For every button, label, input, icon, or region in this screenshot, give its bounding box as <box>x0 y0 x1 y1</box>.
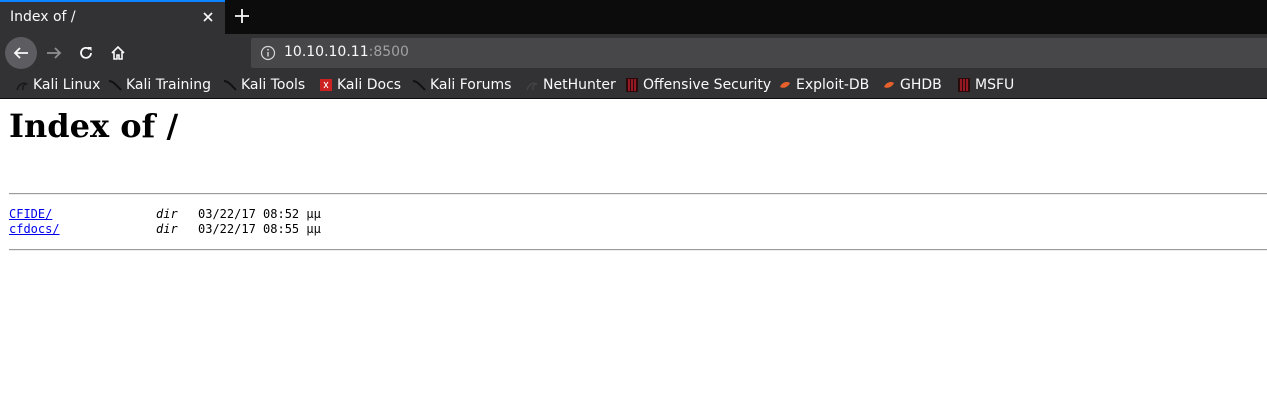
bookmark-nethunter[interactable]: NetHunter <box>525 76 616 94</box>
entry-link-cfdocs[interactable]: cfdocs/ <box>9 222 60 236</box>
bookmark-label: Kali Forums <box>430 77 512 93</box>
exploit-db-icon <box>884 82 894 88</box>
bookmark-label: Exploit-DB <box>796 77 870 93</box>
entry-date: 03/22/17 08:55 μμ <box>198 222 321 236</box>
bookmark-label: Kali Tools <box>241 77 306 93</box>
reload-icon <box>80 46 92 59</box>
bookmark-label: Kali Docs <box>337 77 402 93</box>
kali-dragon-icon <box>16 82 28 91</box>
home-button[interactable] <box>102 37 134 69</box>
list-item: cfdocs/ dir 03/22/17 08:55 μμ <box>9 222 409 237</box>
info-icon[interactable] <box>260 45 276 61</box>
bookmark-kali-training[interactable]: Kali Training <box>108 76 211 94</box>
tab-title: Index of / <box>10 9 76 25</box>
kali-dragon-icon <box>223 80 237 91</box>
back-button[interactable] <box>5 37 37 69</box>
entry-type: dir <box>156 222 178 236</box>
nethunter-icon <box>526 82 538 91</box>
list-item: CFIDE/ dir 03/22/17 08:52 μμ <box>9 207 409 222</box>
page-content: Index of / CFIDE/ dir 03/22/17 08:52 μμ … <box>0 99 1267 415</box>
bookmark-kali-linux[interactable]: Kali Linux <box>15 76 100 94</box>
bookmark-msfu[interactable]: MSFU <box>957 76 1014 94</box>
home-icon <box>111 45 125 60</box>
forward-arrow-icon <box>47 47 62 59</box>
back-arrow-icon <box>13 47 28 59</box>
tab-strip: Index of / <box>0 0 1267 34</box>
tab-active[interactable]: Index of / <box>0 0 225 34</box>
exploit-db-icon <box>780 82 790 88</box>
url-bar[interactable]: 10.10.10.11:8500 <box>251 38 1267 68</box>
directory-listing: CFIDE/ dir 03/22/17 08:52 μμ cfdocs/ dir… <box>9 207 409 237</box>
page-title: Index of / <box>9 107 179 145</box>
kali-dragon-icon <box>108 80 122 91</box>
kali-docs-icon <box>320 79 332 91</box>
new-tab-icon[interactable] <box>232 6 252 26</box>
url-port: :8500 <box>368 44 409 60</box>
bookmark-kali-forums[interactable]: Kali Forums <box>412 76 511 94</box>
bookmark-label: NetHunter <box>543 77 616 93</box>
reload-button[interactable] <box>70 37 102 69</box>
bookmark-label: GHDB <box>900 77 942 93</box>
bookmark-ghdb[interactable]: GHDB <box>882 76 942 94</box>
bookmark-label: Offensive Security <box>643 77 772 93</box>
forward-button[interactable] <box>38 37 70 69</box>
entry-date: 03/22/17 08:52 μμ <box>198 207 321 221</box>
bookmark-label: Kali Linux <box>33 77 101 93</box>
bookmark-exploit-db[interactable]: Exploit-DB <box>778 76 869 94</box>
bookmarks-toolbar: Kali Linux Kali Training Kali Tools Kali… <box>0 72 1267 99</box>
url-host: 10.10.10.11 <box>284 44 369 60</box>
close-tab-icon[interactable] <box>200 9 216 25</box>
offsec-icon <box>626 78 638 92</box>
kali-dragon-icon <box>412 80 426 91</box>
bookmark-label: Kali Training <box>126 77 211 93</box>
offsec-icon <box>958 78 970 92</box>
url-text[interactable]: 10.10.10.11:8500 <box>284 44 409 60</box>
bookmark-label: MSFU <box>975 77 1015 93</box>
navigation-toolbar: 10.10.10.11:8500 <box>0 34 1267 72</box>
bookmark-kali-docs[interactable]: Kali Docs <box>319 76 401 94</box>
entry-link-cfide[interactable]: CFIDE/ <box>9 207 52 221</box>
divider <box>9 193 1267 195</box>
bookmark-offensive-security[interactable]: Offensive Security <box>625 76 771 94</box>
entry-type: dir <box>156 207 178 221</box>
bookmark-kali-tools[interactable]: Kali Tools <box>223 76 305 94</box>
divider <box>9 249 1267 251</box>
